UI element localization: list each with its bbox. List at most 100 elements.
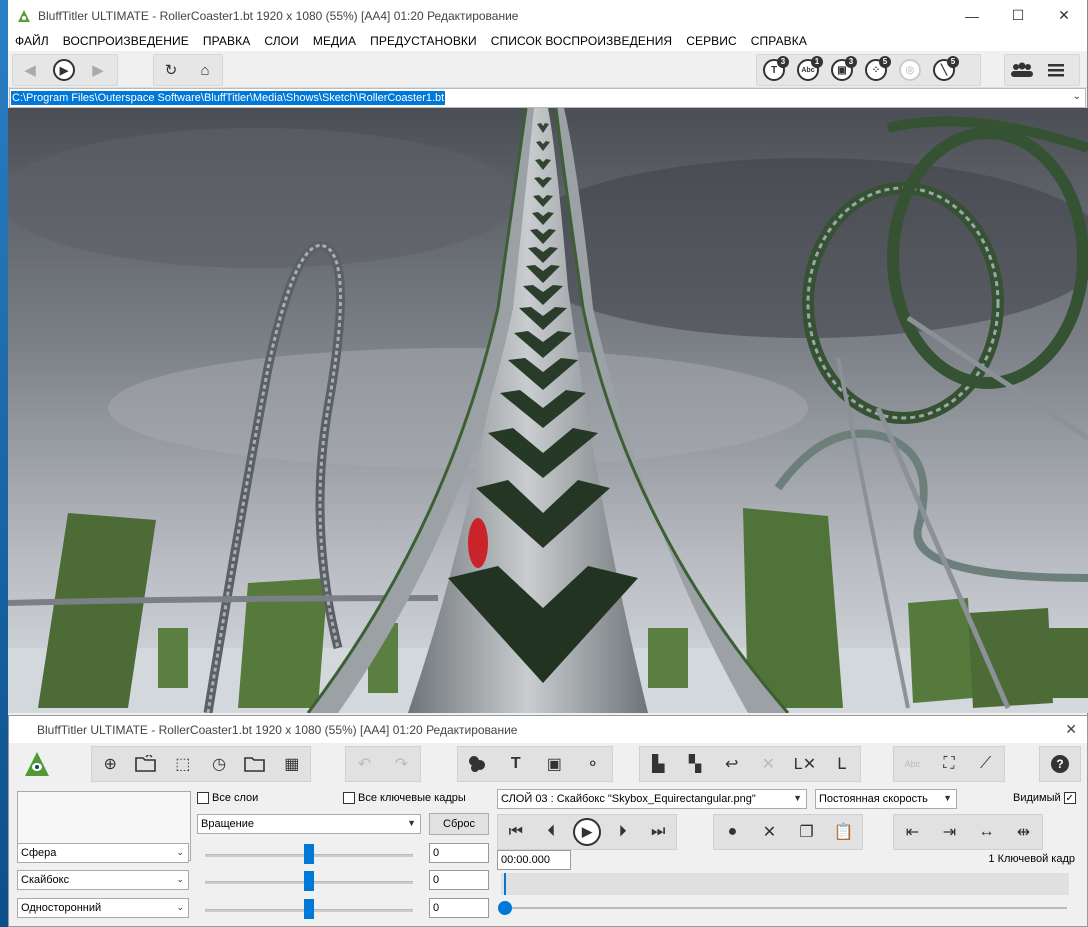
magic-wand-icon[interactable]: ⟋ <box>971 749 1001 779</box>
users-icon[interactable] <box>1005 55 1039 85</box>
film-icon[interactable]: ▦ <box>277 749 307 779</box>
menu-presets[interactable]: ПРЕДУСТАНОВКИ <box>370 34 477 48</box>
param-value-3[interactable]: 0 <box>429 898 489 918</box>
particles-tool-icon[interactable]: ⚬ <box>578 749 608 779</box>
layer-counters-group: T3 Abc 1 ▣ 3 ⁘ 5 ◎ ╲ 5 <box>756 54 981 86</box>
chevron-down-icon[interactable]: ⌄ <box>1073 91 1081 102</box>
layer-delete-icon[interactable]: L✕ <box>790 749 820 779</box>
to-first-keyframe-icon[interactable]: ⇤ <box>898 817 928 847</box>
record-icon[interactable]: ● <box>718 817 748 847</box>
text-tool-icon[interactable]: T <box>501 749 531 779</box>
shape-layer-icon[interactable] <box>462 749 492 779</box>
menu-media[interactable]: МЕДИА <box>313 34 356 48</box>
param-select-1[interactable]: Сфера ⌄ <box>17 843 189 863</box>
chevron-down-icon: ▼ <box>943 793 952 803</box>
main-toolbar: ◀ ▶ ▶ ↻ ⌂ T3 Abc 1 ▣ 3 ⁘ 5 ◎ ╲ 5 <box>8 51 1087 88</box>
menu-help[interactable]: СПРАВКА <box>751 34 807 48</box>
disabled-layer-icon[interactable]: ◎ <box>893 55 927 85</box>
maximize-button[interactable]: ☐ <box>995 0 1041 31</box>
menu-layers[interactable]: СЛОИ <box>264 34 299 48</box>
layer-hook-icon[interactable]: ↩ <box>717 749 747 779</box>
skip-to-end-icon[interactable]: ⏭ <box>643 817 673 847</box>
param-slider-2-thumb[interactable] <box>304 871 314 891</box>
param-select-2-value: Скайбокс <box>21 874 70 886</box>
param-select-3[interactable]: Односторонний ⌄ <box>17 898 189 918</box>
play-button-icon[interactable]: ▶ <box>572 817 602 847</box>
menu-file[interactable]: ФАЙЛ <box>15 34 49 48</box>
text-layer-icon[interactable]: T3 <box>757 55 791 85</box>
playback-group: ⏮ ⏴ ▶ ⏵ ⏭ <box>497 814 677 850</box>
close-button[interactable]: ✕ <box>1041 0 1087 31</box>
all-keyframes-checkbox[interactable]: Все ключевые кадры <box>343 792 466 804</box>
layer-bottom-icon[interactable]: ▙ <box>643 749 673 779</box>
svg-text:?: ? <box>1056 757 1063 771</box>
undo-icon[interactable]: ↶ <box>350 749 380 779</box>
picture-layer-icon[interactable]: ▣ 3 <box>825 55 859 85</box>
particle-layer-icon[interactable]: ⁘ 5 <box>859 55 893 85</box>
delete-keyframe-icon[interactable]: ✕ <box>755 817 785 847</box>
add-layer-icon[interactable]: ⊕ <box>95 749 125 779</box>
scrub-track[interactable] <box>505 907 1067 909</box>
layer-step-icon[interactable]: ꓡ <box>827 749 857 779</box>
hamburger-menu-icon[interactable] <box>1039 55 1073 85</box>
all-keyframes-box[interactable] <box>343 792 355 804</box>
fullscreen-picture-icon[interactable]: ⛶ <box>934 749 964 779</box>
speed-select[interactable]: Постоянная скорость ▼ <box>815 789 957 809</box>
next-frame-icon[interactable]: ⏵ <box>608 817 638 847</box>
scrub-thumb[interactable] <box>498 901 512 915</box>
layer-split-icon[interactable]: ✕ <box>753 749 783 779</box>
import-folder-icon[interactable] <box>240 749 270 779</box>
to-last-keyframe-icon[interactable]: ⇥ <box>935 817 965 847</box>
copy-icon[interactable]: ❐ <box>792 817 822 847</box>
layer-select[interactable]: СЛОЙ 03 : Скайбокс "Skybox_Equirectangul… <box>497 789 807 809</box>
keyframe-timeline[interactable] <box>501 873 1069 895</box>
clock-icon[interactable]: ◷ <box>204 749 234 779</box>
menu-playback[interactable]: ВОСПРОИЗВЕДЕНИЕ <box>63 34 189 48</box>
menu-playlist[interactable]: СПИСОК ВОСПРОИЗВЕДЕНИЯ <box>491 34 672 48</box>
visible-checkbox[interactable]: Видимый ✓ <box>1013 792 1079 804</box>
menu-service[interactable]: СЕРВИС <box>686 34 737 48</box>
help-group: ? <box>1039 746 1081 782</box>
param-slider-3-thumb[interactable] <box>304 899 314 919</box>
property-select[interactable]: Вращение ▼ <box>197 814 421 834</box>
reset-button[interactable]: Сброс <box>429 813 489 835</box>
help-icon[interactable]: ? <box>1045 749 1075 779</box>
param-slider-1-thumb[interactable] <box>304 844 314 864</box>
param-value-2[interactable]: 0 <box>429 870 489 890</box>
render-viewport[interactable] <box>8 108 1088 713</box>
timeline-cursor[interactable] <box>504 873 506 895</box>
path-combobox[interactable]: C:\Program Files\Outerspace Software\Blu… <box>9 88 1086 108</box>
abc-layer-icon[interactable]: Abc 1 <box>791 55 825 85</box>
visible-checkmark-icon[interactable]: ✓ <box>1063 792 1076 804</box>
redo-icon[interactable]: ↷ <box>387 749 417 779</box>
menu-edit[interactable]: ПРАВКА <box>203 34 250 48</box>
all-layers-checkbox[interactable]: Все слои <box>197 792 258 804</box>
visible-label: Видимый <box>1013 792 1061 804</box>
compress-keyframes-icon[interactable]: ⇹ <box>1009 817 1039 847</box>
property-select-value: Вращение <box>201 818 254 830</box>
refresh-icon[interactable]: ↻ <box>154 55 188 85</box>
skip-to-start-icon[interactable]: ⏮ <box>501 817 531 847</box>
picture-tool-icon[interactable]: ▣ <box>539 749 569 779</box>
play-icon[interactable]: ▶ <box>47 55 81 85</box>
back-icon[interactable]: ◀ <box>13 55 47 85</box>
abc-dim-icon[interactable]: Abc <box>897 749 927 779</box>
all-layers-box[interactable] <box>197 792 209 804</box>
paste-icon[interactable]: 📋 <box>829 817 859 847</box>
time-input[interactable]: 00:00.000 <box>497 850 571 870</box>
layer-link-icon[interactable]: ▚ <box>680 749 710 779</box>
expand-keyframes-icon[interactable]: ↔ <box>972 817 1002 847</box>
path-text[interactable]: C:\Program Files\Outerspace Software\Blu… <box>11 91 446 105</box>
forward-icon[interactable]: ▶ <box>81 55 115 85</box>
param-value-1[interactable]: 0 <box>429 843 489 863</box>
layer-tools-group: ⊕ ⬚ ◷ ▦ <box>91 746 311 782</box>
minimize-button[interactable]: — <box>949 0 995 31</box>
home-icon[interactable]: ⌂ <box>188 55 222 85</box>
camera-layer-icon[interactable]: ╲ 5 <box>927 55 961 85</box>
control-close-button[interactable]: ✕ <box>1065 721 1077 738</box>
control-window-title: BluffTitler ULTIMATE - RollerCoaster1.bt… <box>37 722 518 737</box>
open-folder-icon[interactable] <box>131 749 161 779</box>
param-select-2[interactable]: Скайбокс ⌄ <box>17 870 189 890</box>
select-frame-icon[interactable]: ⬚ <box>168 749 198 779</box>
previous-frame-icon[interactable]: ⏴ <box>536 817 566 847</box>
